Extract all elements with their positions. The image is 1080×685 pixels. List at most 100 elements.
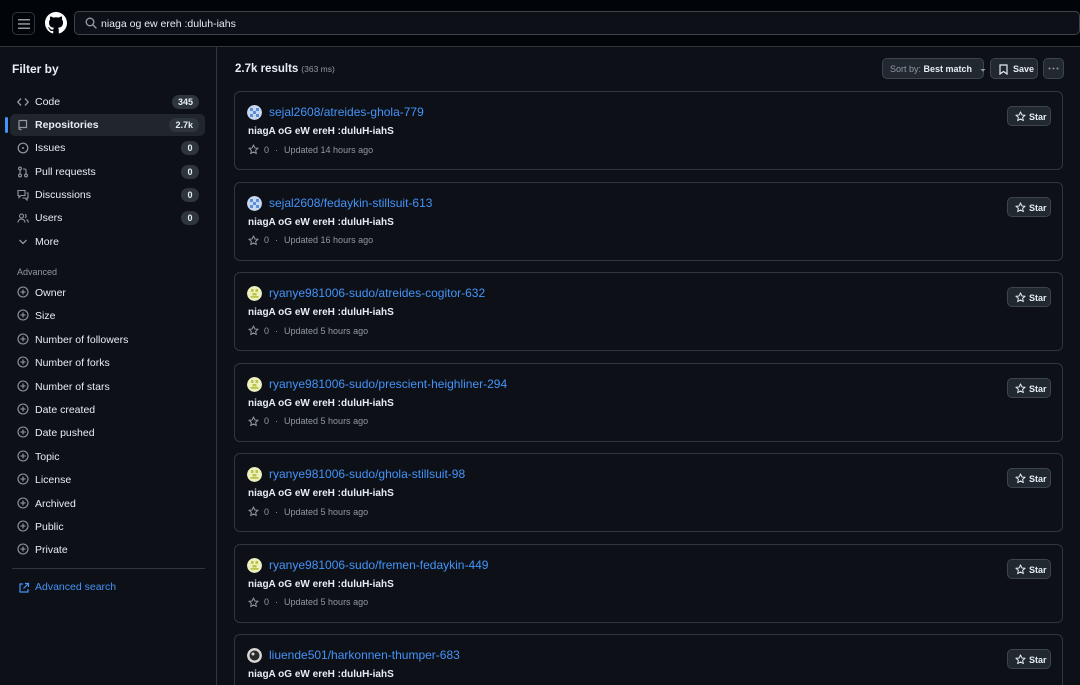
pull-request-icon (18, 166, 28, 178)
advanced-filter-label: Public (35, 521, 64, 533)
star-icon (248, 596, 259, 607)
advanced-filter-label: Date created (35, 404, 96, 416)
search-result-card: ryanye981006-sudo/ghola-stillsuit-98 niag… (234, 453, 1063, 532)
plus-circle-icon (17, 356, 29, 368)
star-label: Star (1029, 474, 1047, 484)
star-button[interactable]: Star (1007, 106, 1051, 126)
repo-description: niagA oG eW ereH :duluH-iahS (248, 669, 394, 680)
repo-link[interactable]: ryanye981006-sudo/prescient-heighliner-2… (269, 377, 507, 391)
updated-time: Updated 14 hours ago (284, 144, 374, 155)
count-badge: 345 (171, 95, 199, 109)
search-icon (85, 17, 97, 29)
star-icon (248, 144, 259, 155)
count-badge: 0 (181, 188, 199, 202)
sidebar-item-repositories[interactable]: Repositories 2.7k (5, 114, 205, 136)
search-result-card: sejal2608/atreides-ghola-779 niagA oG eW … (234, 91, 1063, 170)
plus-circle-icon (17, 403, 29, 415)
plus-circle-icon (17, 473, 29, 485)
owner-avatar[interactable] (247, 376, 262, 392)
owner-avatar[interactable] (247, 467, 262, 482)
separator-dot: · (275, 416, 279, 426)
owner-avatar[interactable] (247, 557, 262, 573)
more-options-button[interactable] (1043, 58, 1064, 79)
repo-link[interactable]: ryanye981006-sudo/fremen-fedaykin-449 (269, 558, 488, 572)
owner-avatar[interactable] (247, 286, 262, 301)
owner-avatar[interactable] (247, 648, 262, 663)
star-button[interactable]: Star (1007, 558, 1051, 579)
plus-circle-icon (17, 309, 29, 321)
count-badge: 2.7k (169, 118, 199, 132)
owner-avatar[interactable] (247, 105, 262, 120)
sidebar-item-label: Pull requests (35, 166, 96, 178)
star-button[interactable]: Star (1007, 468, 1051, 488)
owner-avatar[interactable] (247, 195, 262, 211)
search-result-card: liuende501/harkonnen-thumper-683 niagA oG… (234, 634, 1063, 685)
sidebar-item-discussions[interactable]: Discussions 0 (10, 184, 205, 206)
github-logo-icon[interactable] (45, 12, 67, 34)
advanced-search-label: Advanced search (35, 581, 117, 593)
star-icon (1015, 654, 1026, 665)
search-result-card: ryanye981006-sudo/fremen-fedaykin-449 nia… (234, 543, 1063, 623)
star-icon (1015, 111, 1026, 122)
separator-dot: · (275, 506, 279, 517)
filter-title: Filter by (12, 62, 59, 76)
repo-meta: 0 · Updated 5 hours ago (248, 325, 368, 336)
star-button[interactable]: Star (1007, 377, 1051, 398)
repo-meta: 0 · Updated 14 hours ago (248, 144, 373, 155)
results-time: (363 ms) (301, 64, 335, 74)
menu-button[interactable] (12, 12, 35, 35)
repo-description: niagA oG eW ereH :duluH-iahS (248, 126, 394, 137)
updated-time: Updated 16 hours ago (284, 235, 374, 245)
avatar-icon (247, 467, 262, 482)
plus-circle-icon (17, 426, 29, 438)
separator-dot: · (275, 597, 279, 607)
star-count: 0 (264, 144, 270, 155)
avatar-icon (247, 648, 262, 663)
sidebar-item-issues[interactable]: Issues 0 (10, 137, 205, 159)
advanced-filter-label: Archived (35, 497, 76, 510)
repo-link[interactable]: ryanye981006-sudo/atreides-cogitor-632 (269, 286, 485, 300)
plus-circle-icon (17, 497, 29, 509)
sidebar-item-users[interactable]: Users 0 (10, 207, 205, 229)
star-icon (1015, 382, 1026, 393)
count-badge: 0 (181, 141, 199, 155)
repo-link[interactable]: sejal2608/atreides-ghola-779 (269, 105, 424, 119)
sort-value: Best match (923, 64, 973, 74)
repo-meta: 0 · Updated 5 hours ago (248, 506, 368, 517)
search-query: niaga og ew ereh :duluh-iahs (101, 18, 236, 30)
star-label: Star (1029, 564, 1047, 575)
plus-circle-icon (17, 380, 29, 392)
sidebar-item-more[interactable]: More (10, 231, 205, 253)
sidebar-item-label: Code (35, 96, 61, 108)
advanced-heading: Advanced (17, 267, 58, 277)
sidebar-item-label: Users (35, 212, 63, 224)
sidebar-item-label: Issues (35, 142, 66, 154)
sort-dropdown[interactable]: Sort by: Best match (882, 58, 986, 79)
count-badge: 0 (181, 211, 199, 225)
star-button[interactable]: Star (1007, 649, 1051, 669)
search-input[interactable]: niaga og ew ereh :duluh-iahs (74, 11, 1080, 35)
issue-icon (17, 142, 29, 154)
repo-meta: 0 · Updated 5 hours ago (248, 415, 368, 427)
search-result-card: ryanye981006-sudo/prescient-heighliner-2… (234, 362, 1063, 442)
star-label: Star (1029, 202, 1047, 213)
separator-dot: · (275, 144, 279, 155)
updated-time: Updated 5 hours ago (284, 597, 369, 607)
save-label: Save (1013, 64, 1035, 74)
updated-time: Updated 5 hours ago (284, 325, 369, 336)
repo-meta: 0 · Updated 5 hours ago (248, 596, 369, 608)
repo-description: niagA oG eW ereH :duluH-iahS (248, 397, 394, 409)
star-button[interactable]: Star (1007, 287, 1051, 307)
advanced-filter-label: Private (35, 544, 68, 557)
repo-link[interactable]: ryanye981006-sudo/ghola-stillsuit-98 (269, 467, 465, 481)
star-button[interactable]: Star (1007, 196, 1051, 217)
sidebar-item-pull-requests[interactable]: Pull requests 0 (10, 161, 205, 183)
sidebar-item-label: Repositories (35, 119, 99, 131)
save-button[interactable]: Save (990, 58, 1038, 79)
advanced-filter-label: Owner (35, 287, 66, 299)
sidebar-item-code[interactable]: Code 345 (10, 91, 205, 113)
advanced-filter-label: License (35, 474, 72, 487)
repo-link[interactable]: sejal2608/fedaykin-stillsuit-613 (269, 196, 432, 210)
repo-description: niagA oG eW ereH :duluH-iahS (248, 307, 394, 318)
repo-link[interactable]: liuende501/harkonnen-thumper-683 (269, 648, 460, 662)
